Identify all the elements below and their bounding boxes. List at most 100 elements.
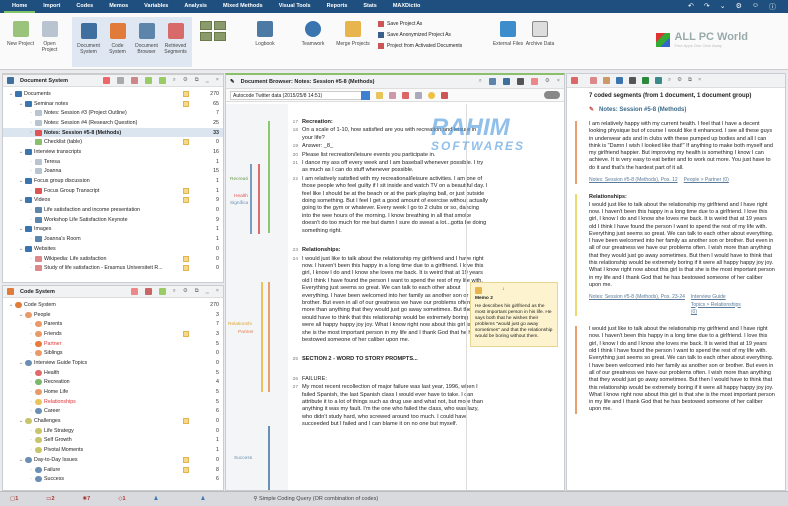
code-tree-item[interactable]: · Siblings 0 <box>3 348 223 358</box>
document-tree-item[interactable]: ⌄ Images 1 <box>3 225 223 235</box>
retrieved-segments-button[interactable]: Retrieved Segments <box>161 23 190 65</box>
memo-icon[interactable] <box>183 330 189 337</box>
code-tree-item[interactable]: · Home Life 5 <box>3 387 223 397</box>
code-tree-item[interactable]: ⌄ Code System 270 <box>3 300 223 310</box>
view-icon[interactable] <box>488 78 496 85</box>
code-system-button[interactable]: Code System <box>103 23 132 65</box>
merge-projects-button[interactable]: Merge Projects <box>336 21 370 47</box>
save-anonymized-button[interactable]: Save Anonymized Project As <box>378 32 478 38</box>
code-tree-item[interactable]: · Parents 7 <box>3 319 223 329</box>
chevron-down-icon[interactable]: ⌄ <box>17 178 25 184</box>
code-label-recreation[interactable]: Recreati <box>230 177 248 182</box>
document-tree-item[interactable]: · Notes: Session #3 (Project Outline) 7 <box>3 108 223 118</box>
archive-data-button[interactable]: Archive Data <box>524 21 556 47</box>
pen-icon[interactable] <box>415 91 422 99</box>
gear-icon[interactable]: ⚙ <box>545 78 550 85</box>
segment-source-link[interactable]: Notes: Session #5-8 (Methods), Pos. 23-2… <box>589 294 685 316</box>
smiley-icon[interactable]: ☺ <box>752 2 759 12</box>
code-label-significance[interactable]: Significa <box>230 201 248 206</box>
code-tree-item[interactable]: · Partner 5 <box>3 339 223 349</box>
document-tree-item[interactable]: · Joanna 15 <box>3 167 223 177</box>
code-tree-item[interactable]: ⌄ Challenges 0 <box>3 416 223 426</box>
symbol-icon[interactable] <box>441 91 448 99</box>
close-icon[interactable]: × <box>216 288 219 295</box>
print-icon[interactable] <box>516 78 524 85</box>
document-header[interactable]: ✎ Notes: Session #5-8 (Methods) <box>567 99 785 121</box>
status-codes[interactable]: ▭2 <box>46 496 54 502</box>
save-project-as-button[interactable]: Save Project As <box>378 21 478 27</box>
memo-icon[interactable] <box>183 255 189 262</box>
code-tree-item[interactable]: · Recreation 4 <box>3 378 223 388</box>
pin-icon[interactable]: ↓ <box>502 287 504 294</box>
export-icon[interactable] <box>530 78 538 85</box>
document-text[interactable]: 17 Recreation: 18 On a scale of 1-10, how s… <box>288 119 488 430</box>
document-tree-item[interactable]: · Teresa 1 <box>3 157 223 167</box>
code-label-partner[interactable]: Partner <box>238 330 254 335</box>
memo-icon[interactable] <box>183 100 189 107</box>
layout-buttons[interactable] <box>200 21 226 41</box>
help-icon[interactable]: ⓘ <box>769 2 776 12</box>
chevron-down-icon[interactable]: ⌄ <box>17 226 25 232</box>
code-set-icon[interactable] <box>158 288 166 295</box>
excel-icon[interactable] <box>642 77 649 84</box>
document-tree-item[interactable]: ⌄ Focus group discussion 1 <box>3 176 223 186</box>
menu-tab-mixed-methods[interactable]: Mixed Methods <box>215 0 271 13</box>
new-document-icon[interactable] <box>102 77 110 84</box>
print-icon[interactable] <box>629 77 636 84</box>
code-tree-item[interactable]: ⌄ Day-to-Day Issues 0 <box>3 455 223 465</box>
memo-icon[interactable] <box>183 456 189 463</box>
undo-icon[interactable]: ↶ <box>688 2 694 12</box>
coded-segment[interactable]: Relationships: I would just like to talk … <box>567 194 785 317</box>
redo-icon[interactable]: ↷ <box>704 2 710 12</box>
activate-icon[interactable] <box>144 77 152 84</box>
search-icon[interactable]: ⌕ <box>173 288 176 295</box>
gear-icon[interactable]: ⚙ <box>677 77 682 84</box>
code-tree-item[interactable]: · Relationships 5 <box>3 397 223 407</box>
menu-tab-variables[interactable]: Variables <box>136 0 176 13</box>
coded-segment[interactable]: I am relatively happy with my current he… <box>567 121 785 185</box>
menu-tab-analysis[interactable]: Analysis <box>176 0 215 13</box>
document-tree-item[interactable]: · Life satisfaction and income presentati… <box>3 205 223 215</box>
memo-icon[interactable] <box>183 90 189 97</box>
memo-icon[interactable] <box>183 466 189 473</box>
new-code-icon[interactable] <box>130 288 138 295</box>
gear-icon[interactable]: ⚙ <box>736 2 742 12</box>
chevron-down-icon[interactable]: ⌄ <box>17 246 25 252</box>
chevron-down-icon[interactable]: ⌄ <box>720 2 726 12</box>
code-tree-item[interactable]: ⌄ People 3 <box>3 310 223 320</box>
autocode-select[interactable]: Autocode Twitter data (2015/25/8 14:51) <box>230 90 370 100</box>
segment-code-link[interactable]: Interview Guide Topics > Relationships (… <box>691 294 741 316</box>
chevron-down-icon[interactable]: ⌄ <box>17 418 25 424</box>
menu-tab-reports[interactable]: Reports <box>319 0 356 13</box>
status-memos[interactable]: ✺7 <box>83 496 91 502</box>
document-tree-item[interactable]: ⌄ Videos 9 <box>3 196 223 206</box>
new-project-button[interactable]: New Project <box>6 21 35 47</box>
chevron-down-icon[interactable]: ⌄ <box>17 312 25 318</box>
chevron-down-icon[interactable]: ⌄ <box>17 149 25 155</box>
document-browser-button[interactable]: Document Browser <box>132 23 161 65</box>
code-tree-item[interactable]: · Success 6 <box>3 474 223 484</box>
document-tree-item[interactable]: ⌄ Seminar notes 65 <box>3 99 223 109</box>
document-tree-item[interactable]: · Notes: Session #4 (Research Question) 25 <box>3 118 223 128</box>
document-tree-item[interactable]: ⌄ Documents 270 <box>3 89 223 99</box>
code-tree-item[interactable]: · Failure 8 <box>3 465 223 475</box>
undock-icon[interactable]: ⧉ <box>195 77 199 84</box>
code-tree-item[interactable]: · Pivotal Moments 1 <box>3 445 223 455</box>
document-tree-item[interactable]: · Checklist (table) 0 <box>3 137 223 147</box>
gear-icon[interactable]: ⚙ <box>183 77 188 84</box>
menu-tab-import[interactable]: Import <box>35 0 68 13</box>
segment-source-link[interactable]: Notes: Session #5-8 (Methods), Pos. 12 <box>589 177 678 184</box>
search-icon[interactable]: ⌕ <box>479 78 482 85</box>
menu-tab-maxdictio[interactable]: MAXDictio <box>385 0 429 13</box>
code-tree-item[interactable]: · Career 6 <box>3 407 223 417</box>
document-tree-item[interactable]: · Study of life satisfaction - Erasmus Un… <box>3 263 223 273</box>
document-tree-item[interactable]: · Joanna's Room 1 <box>3 234 223 244</box>
user-icon[interactable]: ♟ <box>200 496 205 502</box>
document-tree-item[interactable]: ⌄ Websites 0 <box>3 244 223 254</box>
document-tree-item[interactable]: · Wikipedia: Life satisfaction 0 <box>3 254 223 264</box>
emoticon-icon[interactable] <box>428 91 435 99</box>
user-icon[interactable]: ♟ <box>154 496 159 502</box>
coded-segment[interactable]: I would just like to talk about the rela… <box>567 326 785 414</box>
chevron-down-icon[interactable]: ⌄ <box>7 302 15 308</box>
chevron-down-icon[interactable]: ⌄ <box>17 101 25 107</box>
